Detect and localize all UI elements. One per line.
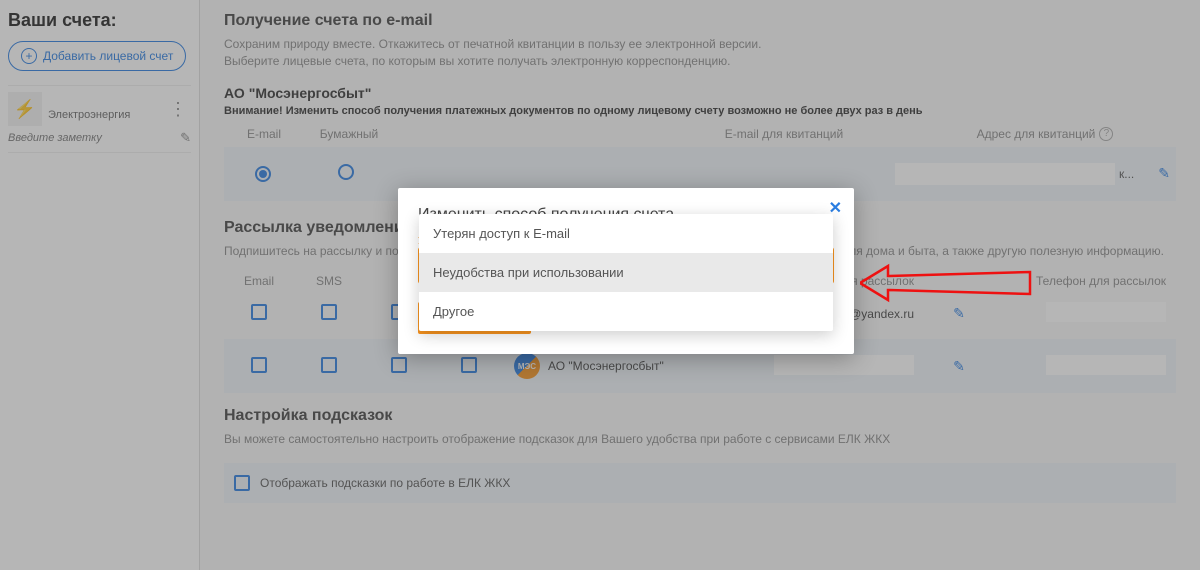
annotation-arrow (860, 258, 1040, 311)
reason-select[interactable]: Неудобства при использовании Утерян дост… (418, 247, 834, 284)
dropdown: Утерян доступ к E-mail Неудобства при ис… (419, 214, 833, 331)
dropdown-option-2[interactable]: Неудобства при использовании (419, 253, 833, 292)
modal: ✕ Изменить способ получения счета Ук Неу… (398, 188, 854, 354)
dropdown-option-3[interactable]: Другое (419, 292, 833, 331)
modal-overlay[interactable]: ✕ Изменить способ получения счета Ук Неу… (0, 0, 1200, 570)
dropdown-option-1[interactable]: Утерян доступ к E-mail (419, 214, 833, 253)
